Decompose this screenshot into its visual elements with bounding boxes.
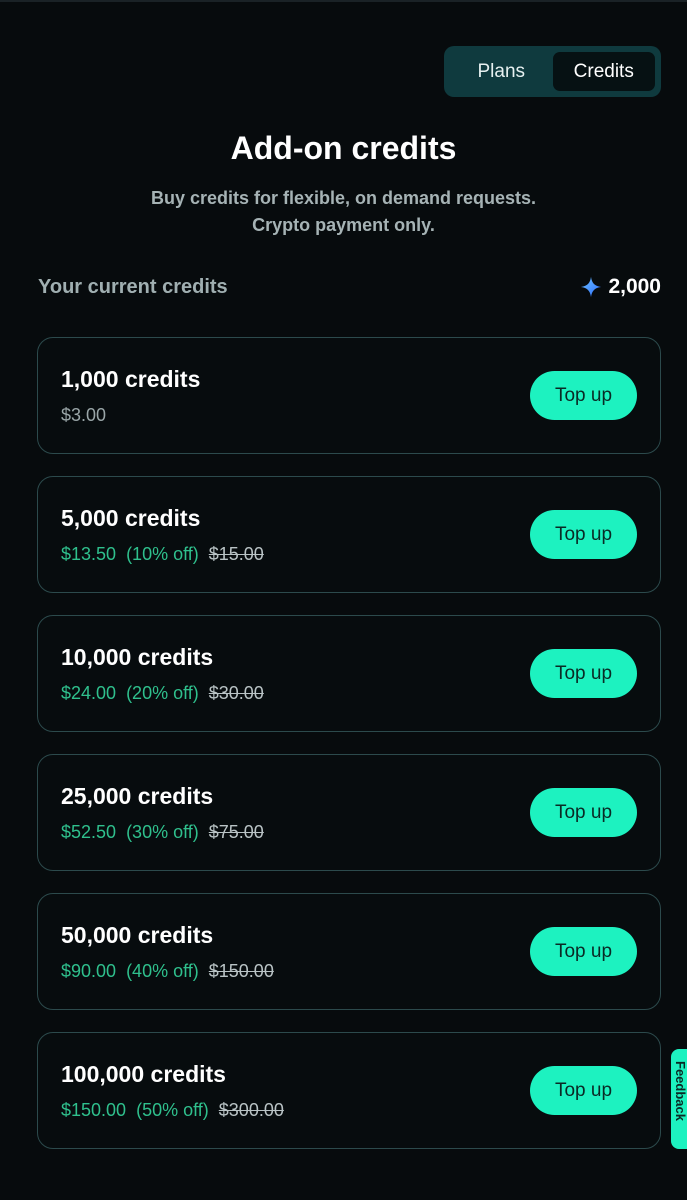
package-name: 1,000 credits — [61, 366, 201, 392]
credit-package-card: 1,000 credits $3.00 Top up — [37, 337, 661, 454]
package-price-row: $90.00 (40% off) $150.00 — [61, 961, 274, 982]
top-up-button[interactable]: Top up — [530, 510, 637, 559]
subtitle-line-2: Crypto payment only. — [252, 215, 435, 235]
credits-page: Plans Credits Add-on credits Buy credits… — [0, 0, 687, 1200]
subtitle-line-1: Buy credits for flexible, on demand requ… — [150, 188, 537, 208]
package-original-price: $15.00 — [208, 544, 264, 564]
current-credits-row: Your current credits 2,000 — [38, 272, 661, 302]
tab-credits[interactable]: Credits — [552, 52, 655, 91]
package-name: 50,000 credits — [61, 922, 214, 948]
package-name: 5,000 credits — [61, 505, 201, 531]
credit-package-card: 25,000 credits $52.50 (30% off) $75.00 Top u… — [37, 754, 661, 871]
package-price: $24.00 — [61, 683, 117, 703]
package-name: 25,000 credits — [61, 783, 214, 809]
tab-plans[interactable]: Plans — [450, 52, 553, 91]
package-discount: (10% off) — [126, 544, 199, 564]
package-price-row: $52.50 (30% off) $75.00 — [61, 822, 264, 843]
package-price-row: $3.00 — [61, 405, 106, 426]
credit-package-card: 100,000 credits $150.00 (50% off) $300.00 To… — [37, 1032, 661, 1149]
package-price-row: $13.50 (10% off) $15.00 — [61, 544, 264, 565]
top-up-button[interactable]: Top up — [530, 371, 637, 420]
package-original-price: $150.00 — [208, 961, 274, 981]
package-original-price: $75.00 — [208, 822, 264, 842]
package-discount: (40% off) — [126, 961, 199, 981]
package-name: 100,000 credits — [61, 1061, 226, 1087]
package-original-price: $300.00 — [218, 1100, 284, 1120]
page-title: Add-on credits — [230, 130, 457, 166]
current-credits-amount: 2,000 — [608, 275, 661, 298]
credit-package-card: 50,000 credits $90.00 (40% off) $150.00 Top … — [37, 893, 661, 1010]
package-price: $150.00 — [61, 1100, 127, 1120]
current-credits-label: Your current credits — [38, 275, 228, 298]
current-credits-value: 2,000 — [580, 275, 661, 299]
package-price: $3.00 — [61, 405, 107, 425]
top-up-button[interactable]: Top up — [530, 927, 637, 976]
package-price: $52.50 — [61, 822, 117, 842]
package-price: $90.00 — [61, 961, 117, 981]
package-discount: (50% off) — [136, 1100, 209, 1120]
top-up-button[interactable]: Top up — [530, 649, 637, 698]
package-discount: (30% off) — [126, 822, 199, 842]
package-price-row: $24.00 (20% off) $30.00 — [61, 683, 264, 704]
top-up-button[interactable]: Top up — [530, 1066, 637, 1115]
top-up-button[interactable]: Top up — [530, 788, 637, 837]
page-subtitle: Buy credits for flexible, on demand requ… — [0, 185, 687, 239]
credit-package-card: 5,000 credits $13.50 (10% off) $15.00 Top up — [37, 476, 661, 593]
feedback-tab[interactable]: Feedback — [671, 1049, 687, 1149]
sparkle-icon — [581, 276, 602, 298]
credit-packages-list: 1,000 credits $3.00 Top up 5,000 credits $13… — [37, 337, 661, 1171]
package-original-price: $30.00 — [208, 683, 264, 703]
package-price-row: $150.00 (50% off) $300.00 — [61, 1100, 284, 1121]
package-price: $13.50 — [61, 544, 117, 564]
credit-package-card: 10,000 credits $24.00 (20% off) $30.00 Top u… — [37, 615, 661, 732]
feedback-label: Feedback — [673, 1061, 687, 1121]
package-name: 10,000 credits — [61, 644, 214, 670]
plan-credits-toggle: Plans Credits — [444, 46, 661, 97]
package-discount: (20% off) — [126, 683, 199, 703]
